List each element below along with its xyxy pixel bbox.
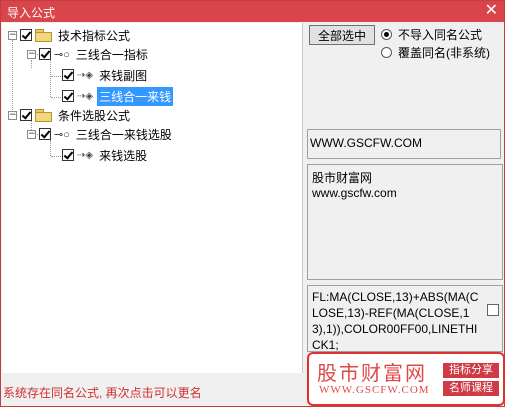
description-line: 股市财富网 [312, 171, 373, 185]
title-bar: 导入公式 ✕ [1, 1, 504, 22]
radio-button[interactable] [381, 46, 392, 58]
tree-node-label: 三线合一指标 [75, 47, 148, 62]
formula-description: 股市财富网 www.gscfw.com [307, 164, 503, 280]
collapse-icon[interactable]: − [8, 30, 17, 40]
collapse-icon[interactable]: − [8, 110, 17, 120]
checkbox[interactable] [39, 128, 51, 140]
watermark-title: 股市财富网 [317, 363, 427, 385]
tree-node-label: 技术指标公式 [58, 28, 131, 43]
watermark-url: WWW.GSCFW.COM [319, 384, 430, 396]
tree-node-label: 三线合一来钱 [97, 86, 174, 106]
formula-icon: ⇢◈ [77, 149, 94, 161]
tree-node-condition-picks[interactable]: − 条件选股公式 [8, 106, 132, 124]
formula-icon: ⇢◈ [77, 69, 94, 81]
radio-overwrite[interactable]: 覆盖同名(非系统) [381, 44, 490, 60]
collapse-icon[interactable]: − [27, 49, 36, 59]
formula-code: FL:MA(CLOSE,13)+ABS(MA(CLOSE,13)-REF(MA(… [312, 290, 479, 352]
checkbox[interactable] [20, 29, 32, 41]
select-all-button[interactable]: 全部选中 [309, 25, 375, 45]
close-icon[interactable]: ✕ [485, 2, 498, 20]
tree-node-label: 来钱选股 [99, 148, 148, 163]
checkbox[interactable] [20, 109, 32, 121]
tree-connector [51, 156, 61, 157]
checkbox[interactable] [62, 69, 74, 81]
tree-node-sanxian-laiqian[interactable]: ⇢◈ 三线合一来钱 [62, 86, 174, 106]
radio-button[interactable] [381, 28, 392, 40]
formula-tree[interactable]: − 技术指标公式 − ⊸○ 三线合一指标 ⇢◈ 来钱副图 ⇢◈ 三线合一来钱 −… [2, 23, 303, 373]
key-icon: ⊸○ [54, 128, 70, 141]
watermark-tag: 名师课程 [443, 381, 499, 396]
checkbox[interactable] [62, 90, 74, 102]
formula-url-field: WWW.GSCFW.COM [307, 129, 501, 159]
code-checkbox[interactable] [487, 304, 499, 316]
description-line: www.gscfw.com [312, 186, 397, 200]
tree-node-label: 来钱副图 [99, 68, 148, 83]
tree-node-sanxian-indicator[interactable]: − ⊸○ 三线合一指标 [27, 45, 150, 63]
radio-label: 覆盖同名(非系统) [398, 45, 490, 60]
site-watermark: 股市财富网 WWW.GSCFW.COM 指标分享 名师课程 [307, 352, 505, 406]
tree-node-label: 条件选股公式 [58, 108, 131, 123]
radio-no-import[interactable]: 不导入同名公式 [381, 26, 482, 42]
checkbox[interactable] [62, 149, 74, 161]
folder-icon [35, 29, 52, 42]
window-title: 导入公式 [7, 6, 56, 20]
tree-connector [51, 76, 61, 77]
tree-node-sanxian-laiqian-pick[interactable]: − ⊸○ 三线合一来钱选股 [27, 125, 174, 143]
watermark-tag: 指标分享 [443, 363, 499, 378]
formula-icon: ⇢◈ [77, 90, 94, 102]
folder-icon [35, 109, 52, 122]
status-message: 系统存在同名公式, 再次点击可以更名 [3, 386, 202, 400]
tree-node-tech-indicators[interactable]: − 技术指标公式 [8, 26, 132, 44]
tree-connector [51, 97, 61, 98]
tree-node-label: 三线合一来钱选股 [75, 127, 172, 142]
key-icon: ⊸○ [54, 48, 70, 61]
tree-node-laiqian-pick[interactable]: ⇢◈ 来钱选股 [62, 146, 149, 164]
radio-label: 不导入同名公式 [398, 27, 483, 42]
formula-code-preview: FL:MA(CLOSE,13)+ABS(MA(CLOSE,13)-REF(MA(… [307, 285, 503, 352]
import-formula-dialog: 导入公式 ✕ − 技术指标公式 − ⊸○ 三线合一指标 ⇢◈ 来钱副图 ⇢◈ 三… [0, 0, 505, 407]
checkbox[interactable] [39, 48, 51, 60]
collapse-icon[interactable]: − [27, 129, 36, 139]
tree-node-laiqian-subchart[interactable]: ⇢◈ 来钱副图 [62, 66, 149, 84]
url-text: WWW.GSCFW.COM [310, 136, 422, 150]
tree-connector [50, 59, 51, 97]
